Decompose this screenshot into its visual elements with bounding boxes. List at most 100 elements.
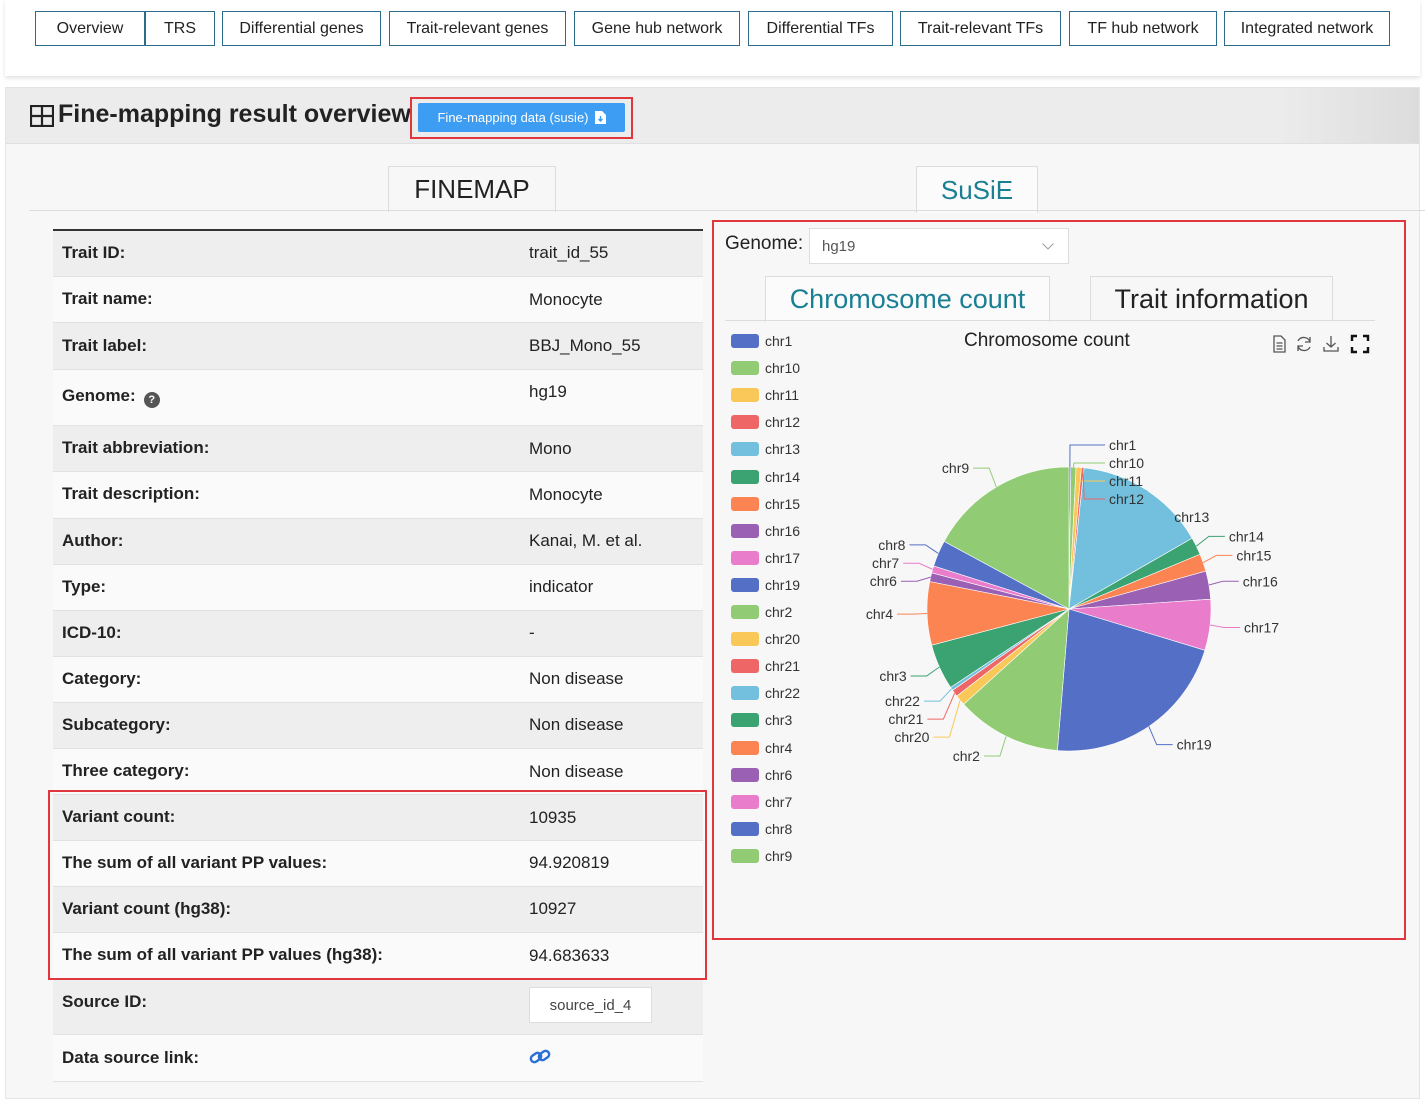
pie-label-chr2: chr2 bbox=[953, 748, 980, 764]
tab-finemap[interactable]: FINEMAP bbox=[388, 166, 556, 212]
nav-gene-hub-network-button[interactable]: Gene hub network bbox=[574, 11, 740, 46]
tab-chromosome-count[interactable]: Chromosome count bbox=[765, 276, 1050, 322]
row-label: Author: bbox=[62, 531, 124, 550]
save-image-icon[interactable] bbox=[1321, 334, 1341, 354]
tab-trait-information[interactable]: Trait information bbox=[1090, 276, 1333, 321]
nav-tf-hub-network-button[interactable]: TF hub network bbox=[1069, 11, 1217, 46]
row-value: Non disease bbox=[529, 669, 624, 688]
question-circle-icon[interactable]: ? bbox=[143, 392, 160, 408]
pie-label-line bbox=[923, 688, 952, 702]
panel-title: Fine-mapping result overview bbox=[58, 100, 411, 128]
nav-differential-genes-button[interactable]: Differential genes bbox=[222, 11, 381, 46]
table-row: Genome:? hg19 bbox=[53, 370, 703, 426]
legend-label: chr22 bbox=[765, 685, 801, 702]
legend-item-chr20[interactable]: chr20 bbox=[731, 631, 800, 647]
legend-swatch bbox=[731, 767, 759, 782]
genome-select[interactable]: hg19 bbox=[809, 228, 1069, 264]
table-row: Type: indicator bbox=[53, 565, 703, 611]
pie-label-chr21: chr21 bbox=[888, 711, 923, 727]
row-value: Mono bbox=[529, 439, 572, 458]
legend-label: chr4 bbox=[765, 739, 793, 756]
pie-label-line bbox=[910, 666, 940, 677]
legend-item-chr1[interactable]: chr1 bbox=[731, 333, 792, 349]
nav-trs-button[interactable]: TRS bbox=[145, 11, 215, 46]
link-icon[interactable] bbox=[529, 1047, 551, 1067]
legend-label: chr14 bbox=[765, 468, 801, 485]
pie-label-chr17: chr17 bbox=[1244, 620, 1279, 636]
table-row: Trait abbreviation: Mono bbox=[53, 426, 703, 472]
legend-item-chr15[interactable]: chr15 bbox=[731, 496, 800, 512]
legend-label: chr2 bbox=[765, 604, 793, 620]
tab-susie[interactable]: SuSiE bbox=[916, 166, 1038, 213]
pie-label-line bbox=[900, 576, 931, 582]
legend-item-chr21[interactable]: chr21 bbox=[731, 658, 800, 674]
legend-item-chr11[interactable]: chr11 bbox=[731, 387, 799, 403]
legend-label: chr17 bbox=[765, 549, 801, 566]
row-label: ICD-10: bbox=[62, 623, 122, 642]
pie-label-chr4: chr4 bbox=[866, 606, 893, 622]
row-value: hg19 bbox=[529, 382, 567, 401]
row-value: Kanai, M. et al. bbox=[529, 531, 643, 550]
row-label: Trait abbreviation: bbox=[62, 438, 210, 457]
row-label: Category: bbox=[62, 669, 142, 688]
table-row: Trait ID: trait_id_55 bbox=[53, 231, 703, 277]
pie-label-chr10: chr10 bbox=[1109, 455, 1144, 471]
legend-swatch bbox=[731, 442, 759, 457]
legend-item-chr3[interactable]: chr3 bbox=[731, 712, 792, 728]
nav-overview-button[interactable]: Overview bbox=[35, 11, 145, 46]
data-view-icon[interactable] bbox=[1269, 334, 1289, 354]
refresh-icon[interactable] bbox=[1294, 334, 1314, 354]
legend-swatch bbox=[731, 523, 759, 538]
legend-swatch bbox=[731, 334, 759, 348]
legend-swatch bbox=[731, 686, 759, 701]
legend-label: chr6 bbox=[765, 766, 793, 783]
legend-swatch bbox=[731, 794, 759, 809]
row-label: Source ID: bbox=[62, 992, 148, 1011]
legend-item-chr17[interactable]: chr17 bbox=[731, 550, 800, 566]
legend-item-chr2[interactable]: chr2 bbox=[731, 604, 792, 620]
legend-item-chr22[interactable]: chr22 bbox=[731, 685, 800, 701]
table-row: Subcategory: Non disease bbox=[53, 703, 703, 749]
row-label: Genome:? bbox=[62, 386, 160, 408]
pie-label-chr14: chr14 bbox=[1229, 528, 1264, 544]
pie-label-chr13: chr13 bbox=[1174, 509, 1209, 525]
legend-item-chr9[interactable]: chr9 bbox=[731, 848, 792, 864]
legend-item-chr6[interactable]: chr6 bbox=[731, 767, 792, 783]
legend-item-chr7[interactable]: chr7 bbox=[731, 794, 792, 810]
pie-label-chr8: chr8 bbox=[878, 537, 905, 553]
table-row: Three category: Non disease bbox=[53, 749, 703, 795]
row-label: Trait label: bbox=[62, 336, 148, 355]
nav-trait-relevant-tfs-button[interactable]: Trait-relevant TFs bbox=[900, 11, 1061, 46]
grid-icon bbox=[30, 105, 54, 127]
nav-trait-relevant-genes-button[interactable]: Trait-relevant genes bbox=[389, 11, 566, 46]
nav-differential-tfs-button[interactable]: Differential TFs bbox=[748, 11, 893, 46]
fullscreen-icon[interactable] bbox=[1350, 334, 1370, 354]
download-susie-button[interactable]: Fine-mapping data (susie) bbox=[418, 103, 625, 132]
table-row: Author: Kanai, M. et al. bbox=[53, 519, 703, 565]
legend-swatch bbox=[731, 361, 759, 376]
pie-label-line bbox=[1072, 462, 1105, 468]
legend-item-chr14[interactable]: chr14 bbox=[731, 469, 800, 485]
genome-select-label: Genome: bbox=[725, 233, 804, 254]
row-label: Trait description: bbox=[62, 484, 200, 503]
pie-label-line bbox=[1196, 535, 1225, 547]
legend-item-chr8[interactable]: chr8 bbox=[731, 821, 792, 837]
legend-label: chr12 bbox=[765, 414, 801, 431]
legend-item-chr4[interactable]: chr4 bbox=[731, 740, 792, 756]
chart-title: Chromosome count bbox=[964, 330, 1130, 351]
legend-swatch bbox=[731, 632, 759, 647]
legend-item-chr10[interactable]: chr10 bbox=[731, 360, 800, 376]
row-value: BBJ_Mono_55 bbox=[529, 336, 641, 355]
pie-label-line bbox=[1208, 580, 1239, 586]
legend-item-chr16[interactable]: chr16 bbox=[731, 523, 800, 539]
table-row: Category: Non disease bbox=[53, 657, 703, 703]
legend-label: chr15 bbox=[765, 495, 801, 512]
nav-integrated-network-button[interactable]: Integrated network bbox=[1224, 11, 1390, 46]
source-id-button[interactable]: source_id_4 bbox=[529, 987, 652, 1023]
legend-item-chr12[interactable]: chr12 bbox=[731, 414, 800, 430]
pie-label-chr16: chr16 bbox=[1243, 573, 1278, 589]
legend-item-chr19[interactable]: chr19 bbox=[731, 577, 800, 593]
download-button-label: Fine-mapping data (susie) bbox=[437, 110, 589, 125]
pie-label-chr7: chr7 bbox=[872, 555, 899, 571]
legend-item-chr13[interactable]: chr13 bbox=[731, 441, 800, 457]
